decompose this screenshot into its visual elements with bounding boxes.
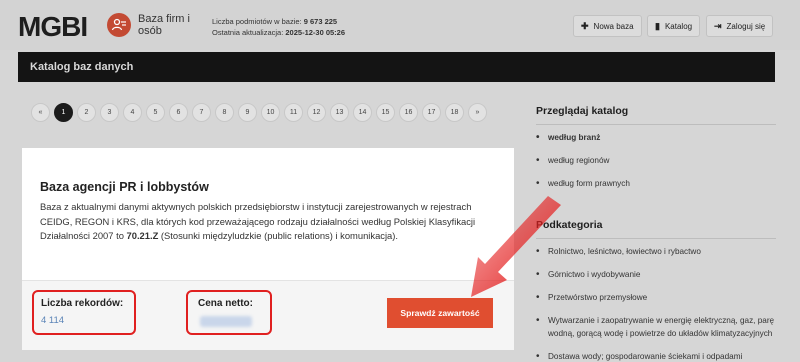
arrow-annotation-icon: [471, 196, 561, 297]
